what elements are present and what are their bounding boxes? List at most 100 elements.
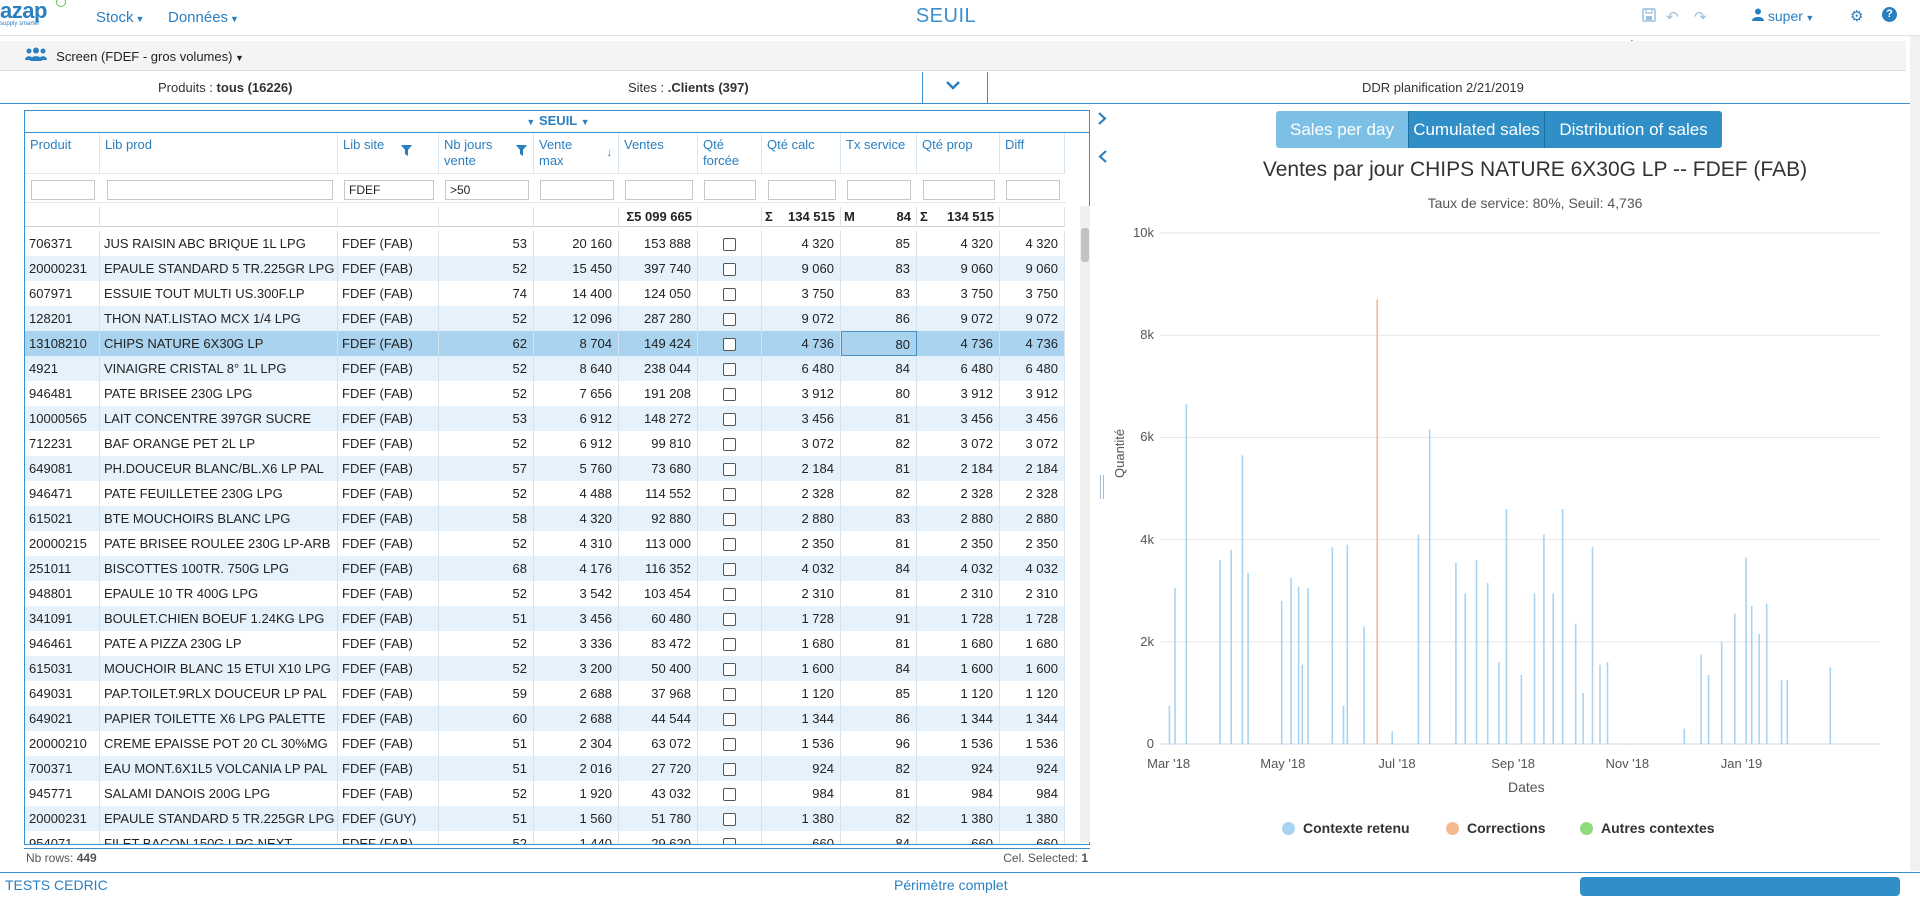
cell-lib-prod[interactable]: EAU MONT.6X1L5 VOLCANIA LP PAL	[100, 756, 338, 781]
cell-diff[interactable]: 6 480	[1000, 356, 1065, 381]
cell-tx-service[interactable]: 83	[841, 256, 917, 281]
cell-qte-prop[interactable]: 6 480	[917, 356, 1000, 381]
sales-bar[interactable]	[1734, 613, 1736, 744]
cell-nb-jours[interactable]: 52	[439, 531, 534, 556]
table-row[interactable]: 712231 BAF ORANGE PET 2L LP FDEF (FAB) 52 6 …	[25, 431, 1065, 456]
sales-bar[interactable]	[1455, 562, 1457, 744]
cell-tx-service[interactable]: 82	[841, 481, 917, 506]
cell-qte-prop[interactable]: 3 456	[917, 406, 1000, 431]
cell-qte-prop[interactable]: 924	[917, 756, 1000, 781]
cell-qte-forcee[interactable]	[698, 606, 762, 631]
qte-forcee-checkbox[interactable]	[723, 563, 736, 577]
filter-input-nb-jours[interactable]	[445, 180, 529, 200]
sales-bar[interactable]	[1750, 606, 1753, 744]
cell-nb-jours[interactable]: 51	[439, 731, 534, 756]
qte-forcee-checkbox[interactable]	[723, 363, 736, 377]
cell-lib-site[interactable]: FDEF (FAB)	[338, 331, 439, 356]
cell-qte-calc[interactable]: 3 750	[762, 281, 841, 306]
sales-bar[interactable]	[1297, 586, 1300, 744]
cell-qte-prop[interactable]: 9 060	[917, 256, 1000, 281]
qte-forcee-checkbox[interactable]	[723, 838, 736, 844]
cell-ventes[interactable]: 397 740	[619, 256, 698, 281]
cell-nb-jours[interactable]: 51	[439, 606, 534, 631]
sales-bar[interactable]	[1219, 560, 1221, 744]
sales-bar[interactable]	[1786, 680, 1789, 744]
cell-lib-site[interactable]: FDEF (FAB)	[338, 831, 439, 844]
cell-qte-calc[interactable]: 3 456	[762, 406, 841, 431]
cell-vente-max[interactable]: 4 176	[534, 556, 619, 581]
cell-lib-prod[interactable]: CREME EPAISSE POT 20 CL 30%MG	[100, 731, 338, 756]
cell-lib-site[interactable]: FDEF (FAB)	[338, 306, 439, 331]
cell-vente-max[interactable]: 2 016	[534, 756, 619, 781]
cell-lib-site[interactable]: FDEF (FAB)	[338, 581, 439, 606]
cell-qte-prop[interactable]: 4 736	[917, 331, 1000, 356]
cell-tx-service[interactable]: 85	[841, 231, 917, 256]
cell-produit[interactable]: 948801	[25, 581, 100, 606]
cell-diff[interactable]: 984	[1000, 781, 1065, 806]
qte-forcee-checkbox[interactable]	[723, 313, 736, 327]
cell-diff[interactable]: 1 120	[1000, 681, 1065, 706]
filter-input-tx-service[interactable]	[847, 180, 911, 200]
filter-input-ventes[interactable]	[625, 180, 693, 200]
cell-tx-service[interactable]: 82	[841, 756, 917, 781]
cell-qte-forcee[interactable]	[698, 706, 762, 731]
qte-forcee-checkbox[interactable]	[723, 788, 736, 802]
cell-qte-forcee[interactable]	[698, 756, 762, 781]
cell-qte-calc[interactable]: 4 736	[762, 331, 841, 356]
cell-tx-service[interactable]: 81	[841, 781, 917, 806]
sales-bar[interactable]	[1174, 588, 1176, 744]
cell-lib-prod[interactable]: VINAIGRE CRISTAL 8° 1L LPG	[100, 356, 338, 381]
cell-qte-forcee[interactable]	[698, 331, 762, 356]
cell-qte-forcee[interactable]	[698, 631, 762, 656]
sales-bar[interactable]	[1241, 455, 1244, 744]
cell-qte-calc[interactable]: 2 350	[762, 531, 841, 556]
cell-diff[interactable]: 2 310	[1000, 581, 1065, 606]
cell-vente-max[interactable]: 2 688	[534, 706, 619, 731]
cell-nb-jours[interactable]: 51	[439, 756, 534, 781]
cell-qte-prop[interactable]: 9 072	[917, 306, 1000, 331]
sales-bar[interactable]	[1346, 544, 1349, 744]
cell-produit[interactable]: 946461	[25, 631, 100, 656]
cell-produit[interactable]: 700371	[25, 756, 100, 781]
cell-tx-service[interactable]: 91	[841, 606, 917, 631]
sales-bar[interactable]	[1720, 641, 1723, 744]
cell-vente-max[interactable]: 20 160	[534, 231, 619, 256]
correction-bar[interactable]	[1376, 299, 1378, 744]
cell-lib-site[interactable]: FDEF (FAB)	[338, 356, 439, 381]
sales-bar[interactable]	[1758, 634, 1760, 744]
cell-vente-max[interactable]: 1 920	[534, 781, 619, 806]
sales-bar[interactable]	[1505, 508, 1508, 744]
table-row[interactable]: 20000215 PATE BRISEE ROULEE 230G LP-ARB FD…	[25, 531, 1065, 556]
cell-ventes[interactable]: 27 720	[619, 756, 698, 781]
cell-qte-prop[interactable]: 3 912	[917, 381, 1000, 406]
sales-bar[interactable]	[1829, 667, 1832, 744]
cell-produit[interactable]: 20000231	[25, 256, 100, 281]
cell-lib-prod[interactable]: EPAULE STANDARD 5 TR.225GR LPG	[100, 806, 338, 831]
sales-bar[interactable]	[1363, 626, 1365, 745]
cell-qte-prop[interactable]: 1 536	[917, 731, 1000, 756]
table-row[interactable]: 700371 EAU MONT.6X1L5 VOLCANIA LP PAL FDEF…	[25, 756, 1065, 781]
column-header-produit[interactable]: Produit	[25, 133, 100, 173]
cell-produit[interactable]: 615021	[25, 506, 100, 531]
cell-tx-service[interactable]: 84	[841, 831, 917, 844]
cell-ventes[interactable]: 63 072	[619, 731, 698, 756]
cell-tx-service[interactable]: 86	[841, 706, 917, 731]
cell-produit[interactable]: 649031	[25, 681, 100, 706]
cell-qte-prop[interactable]: 1 344	[917, 706, 1000, 731]
sales-bar[interactable]	[1417, 534, 1420, 745]
table-row[interactable]: 649021 PAPIER TOILETTE X6 LPG PALETTE FDEF…	[25, 706, 1065, 731]
table-row[interactable]: 341091 BOULET.CHIEN BOEUF 1.24KG LPG FDEF …	[25, 606, 1065, 631]
column-header-qte-forcee[interactable]: Qté forcée	[698, 133, 762, 173]
table-row[interactable]: 946481 PATE BRISEE 230G LPG FDEF (FAB) 52 7 …	[25, 381, 1065, 406]
cell-qte-forcee[interactable]	[698, 381, 762, 406]
cell-produit[interactable]: 607971	[25, 281, 100, 306]
legend-item-autres-contextes[interactable]: Autres contextes	[1580, 820, 1715, 836]
cell-vente-max[interactable]: 3 200	[534, 656, 619, 681]
cell-qte-prop[interactable]: 1 680	[917, 631, 1000, 656]
cell-vente-max[interactable]: 8 640	[534, 356, 619, 381]
cell-qte-forcee[interactable]	[698, 506, 762, 531]
cell-qte-prop[interactable]: 984	[917, 781, 1000, 806]
cell-vente-max[interactable]: 3 456	[534, 606, 619, 631]
cell-qte-forcee[interactable]	[698, 681, 762, 706]
cell-qte-prop[interactable]: 2 184	[917, 456, 1000, 481]
